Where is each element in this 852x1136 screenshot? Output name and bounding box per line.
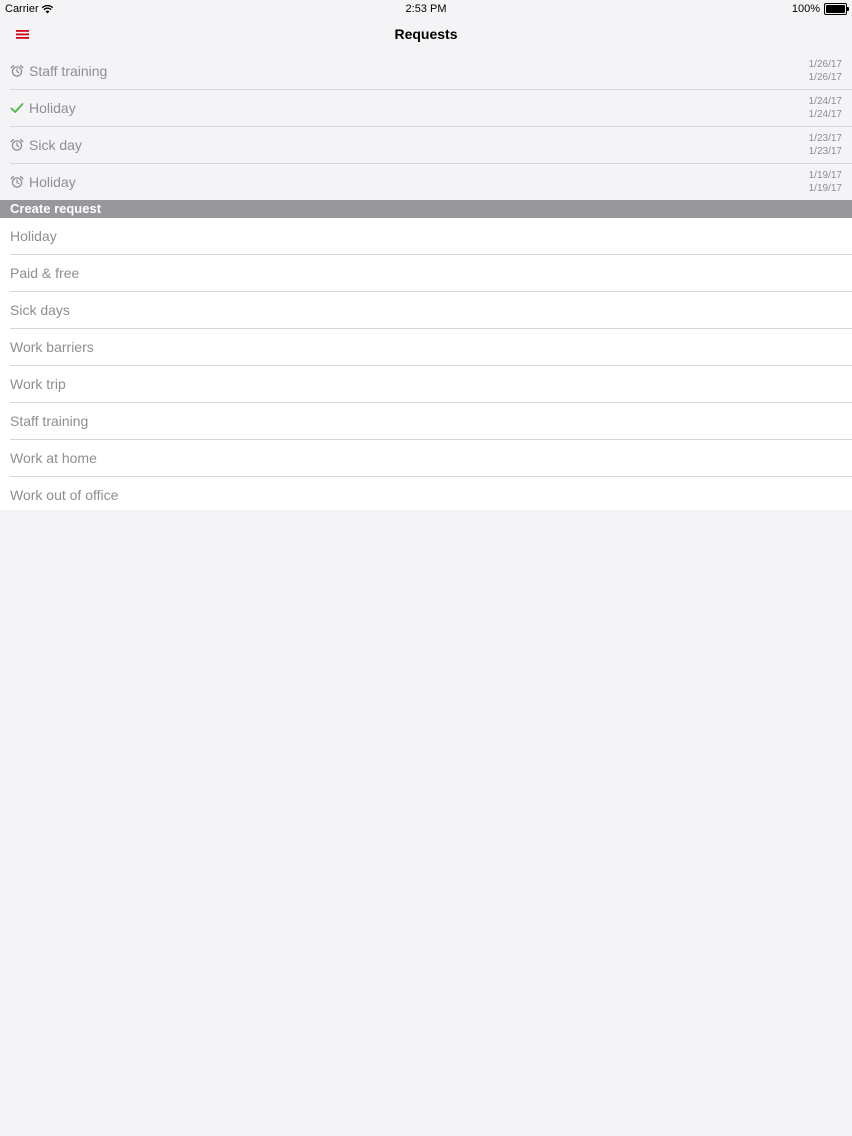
- request-label: Holiday: [29, 174, 76, 190]
- create-item-staff-training[interactable]: Staff training: [10, 403, 852, 440]
- alarm-clock-icon: [10, 138, 24, 151]
- request-row[interactable]: Holiday 1/24/17 1/24/17: [10, 90, 852, 127]
- create-item-label: Work barriers: [10, 339, 94, 355]
- checkmark-icon: [10, 103, 24, 113]
- create-item-label: Work at home: [10, 450, 97, 466]
- create-item-work-barriers[interactable]: Work barriers: [10, 329, 852, 366]
- request-row[interactable]: Sick day 1/23/17 1/23/17: [10, 127, 852, 164]
- battery-percent: 100%: [791, 3, 820, 15]
- request-end-date: 1/23/17: [808, 146, 842, 157]
- alarm-clock-icon: [10, 64, 24, 77]
- create-item-work-at-home[interactable]: Work at home: [10, 440, 852, 477]
- request-start-date: 1/19/17: [808, 170, 842, 181]
- request-start-date: 1/23/17: [808, 133, 842, 144]
- request-end-date: 1/24/17: [808, 109, 842, 120]
- request-start-date: 1/26/17: [808, 59, 842, 70]
- create-item-holiday[interactable]: Holiday: [10, 218, 852, 255]
- request-row[interactable]: Staff training 1/26/17 1/26/17: [10, 53, 852, 90]
- create-item-work-trip[interactable]: Work trip: [10, 366, 852, 403]
- create-item-label: Work trip: [10, 376, 66, 392]
- request-row[interactable]: Holiday 1/19/17 1/19/17: [10, 164, 852, 200]
- create-item-paid-free[interactable]: Paid & free: [10, 255, 852, 292]
- navigation-bar: Requests: [0, 18, 852, 52]
- request-dates: 1/24/17 1/24/17: [809, 95, 842, 121]
- request-dates: 1/19/17 1/19/17: [809, 169, 842, 195]
- request-start-date: 1/24/17: [808, 96, 842, 107]
- alarm-clock-icon: [10, 175, 24, 188]
- status-time: 2:53 PM: [405, 3, 447, 15]
- request-end-date: 1/26/17: [808, 72, 842, 83]
- battery-level: [826, 5, 845, 13]
- status-battery: 100%: [791, 3, 849, 15]
- page-title: Requests: [394, 26, 458, 42]
- requests-list: Staff training 1/26/17 1/26/17 Holiday 1…: [0, 53, 852, 200]
- create-item-label: Sick days: [10, 302, 70, 318]
- request-label: Sick day: [29, 137, 82, 153]
- create-item-label: Staff training: [10, 413, 89, 429]
- create-item-label: Work out of office: [10, 487, 119, 503]
- request-end-date: 1/19/17: [808, 183, 842, 194]
- create-request-header: Create request: [0, 200, 852, 218]
- create-item-label: Paid & free: [10, 265, 80, 281]
- battery-icon: [824, 3, 849, 15]
- create-item-sick-days[interactable]: Sick days: [10, 292, 852, 329]
- request-dates: 1/26/17 1/26/17: [809, 58, 842, 84]
- request-dates: 1/23/17 1/23/17: [809, 132, 842, 158]
- status-bar: Carrier 2:53 PM 100%: [0, 0, 852, 18]
- create-item-label: Holiday: [10, 228, 57, 244]
- request-label: Holiday: [29, 100, 76, 116]
- create-request-list: Holiday Paid & free Sick days Work barri…: [0, 218, 852, 510]
- create-item-work-out-of-office[interactable]: Work out of office: [10, 477, 852, 513]
- request-label: Staff training: [29, 63, 108, 79]
